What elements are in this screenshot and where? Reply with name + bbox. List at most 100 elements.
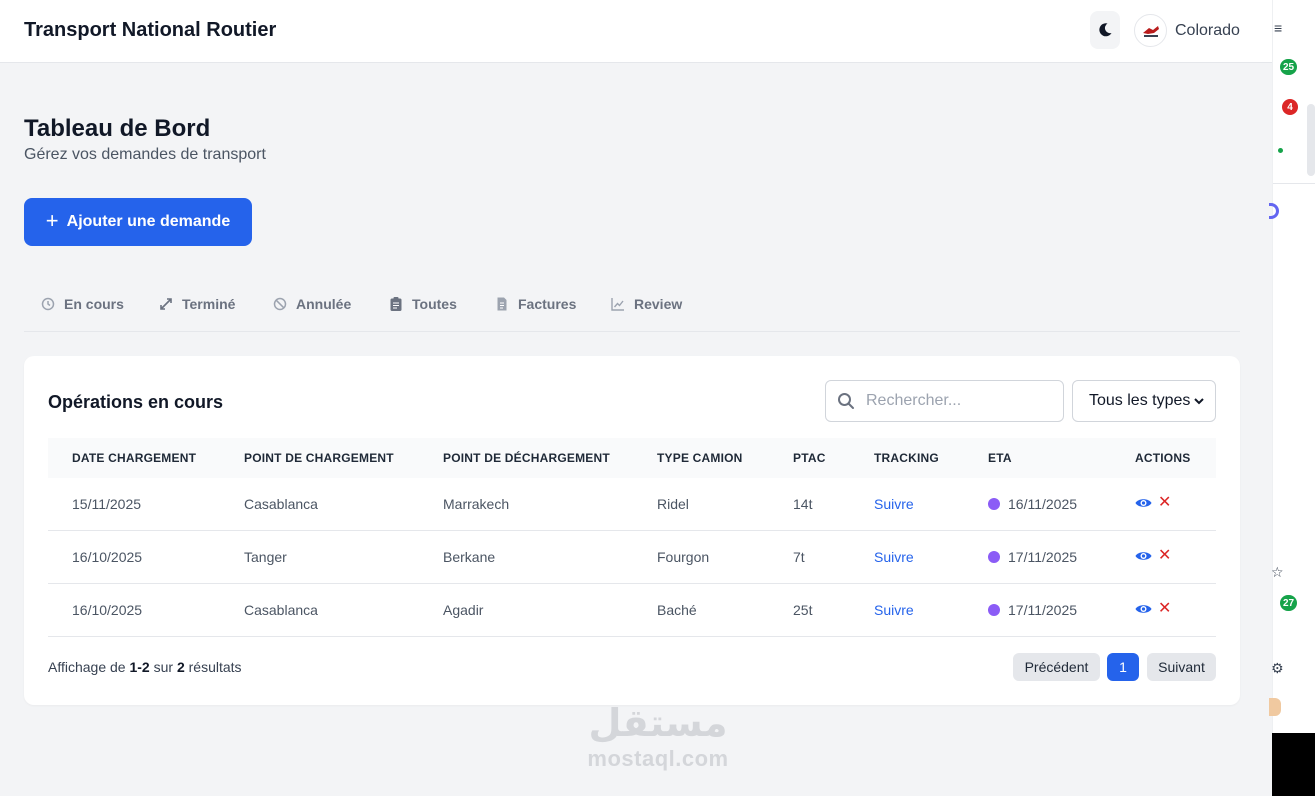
tab-factures[interactable]: Factures	[494, 280, 576, 328]
add-request-label: Ajouter une demande	[66, 213, 231, 230]
divider	[1273, 183, 1315, 184]
results-total: 2	[176, 659, 185, 675]
tab-label: Toutes	[412, 296, 457, 312]
star-icon[interactable]: ☆	[1271, 564, 1284, 581]
notification-badge: 27	[1280, 595, 1298, 611]
page-title: Tableau de Bord	[24, 115, 211, 142]
operations-title: Opérations en cours	[48, 392, 224, 412]
delete-icon[interactable]: ✕	[1158, 495, 1171, 511]
chart-line-icon	[611, 298, 624, 311]
ban-icon	[273, 297, 287, 311]
chevron-down-icon	[1194, 398, 1204, 405]
delete-icon[interactable]: ✕	[1158, 548, 1171, 564]
search-box	[825, 380, 1064, 422]
next-page-button[interactable]: Suivant	[1147, 653, 1216, 681]
add-request-button[interactable]: + Ajouter une demande	[24, 198, 252, 246]
tab-review[interactable]: Review	[610, 280, 682, 328]
cell-eta: 16/11/2025	[1008, 496, 1078, 512]
cell-date: 16/10/2025	[72, 602, 143, 618]
cell-date: 15/11/2025	[72, 496, 142, 512]
profile-icon[interactable]	[1269, 698, 1281, 716]
column-header: TYPE CAMION	[657, 451, 743, 465]
tab-annulee[interactable]: Annulée	[272, 280, 351, 328]
results-middle: sur	[153, 659, 174, 675]
search-input[interactable]	[866, 381, 1056, 421]
status-dot-icon	[1278, 148, 1283, 153]
cell-truck-type: Ridel	[657, 496, 689, 512]
column-header: ETA	[988, 451, 1012, 465]
tab-label: Review	[634, 296, 683, 312]
top-bar: Transport National Routier Colorado	[0, 0, 1272, 63]
results-range: 1-2	[129, 659, 150, 675]
column-header: POINT DE CHARGEMENT	[244, 451, 394, 465]
cell-eta: 17/11/2025	[1008, 549, 1078, 565]
eye-icon[interactable]	[1135, 549, 1152, 563]
theme-toggle-button[interactable]	[1090, 11, 1120, 49]
app-icon[interactable]	[1269, 203, 1279, 219]
watermark-latin: mostaql.com	[587, 746, 729, 771]
cell-ptac: 14t	[793, 496, 813, 512]
search-icon	[838, 393, 854, 409]
cell-unloading-point: Agadir	[443, 602, 484, 618]
cell-unloading-point: Marrakech	[443, 496, 510, 512]
column-header: DATE CHARGEMENT	[72, 451, 197, 465]
screen-edge	[1272, 733, 1315, 796]
expand-icon	[160, 298, 172, 310]
eta-status-dot	[988, 551, 1000, 563]
tab-termine[interactable]: Terminé	[158, 280, 235, 328]
invoice-icon	[497, 297, 507, 311]
page-1-button[interactable]: 1	[1107, 653, 1139, 681]
eye-icon[interactable]	[1135, 496, 1152, 510]
results-prefix: Affichage de	[48, 659, 126, 675]
column-header: PTAC	[793, 451, 826, 465]
previous-page-button[interactable]: Précédent	[1013, 653, 1100, 681]
column-header: POINT DE DÉCHARGEMENT	[443, 451, 610, 465]
tab-label: En cours	[64, 296, 124, 312]
page-subtitle: Gérez vos demandes de transport	[24, 146, 266, 163]
table-header: DATE CHARGEMENT POINT DE CHARGEMENT POIN…	[48, 438, 1216, 478]
company-logo-icon	[1142, 25, 1159, 37]
results-suffix: résultats	[188, 659, 242, 675]
cell-unloading-point: Berkane	[443, 549, 496, 565]
eye-icon[interactable]	[1135, 602, 1152, 616]
tab-bar: En cours Terminé Annulée Toutes Factures…	[24, 280, 1240, 332]
cell-truck-type: Baché	[657, 602, 697, 618]
clipboard-icon	[390, 297, 402, 311]
eta-status-dot	[988, 604, 1000, 616]
watermark: مستقل mostaql.com	[577, 700, 739, 772]
moon-icon	[1099, 23, 1112, 37]
cell-eta: 17/11/2025	[1008, 602, 1078, 618]
tracking-link[interactable]: Suivre	[874, 496, 914, 512]
column-header: TRACKING	[874, 451, 939, 465]
delete-icon[interactable]: ✕	[1158, 601, 1171, 617]
app: Transport National Routier Colorado Tabl…	[0, 0, 1272, 796]
type-filter-value: Tous les types	[1089, 392, 1191, 409]
settings-icon[interactable]: ⚙	[1271, 660, 1284, 677]
cell-truck-type: Fourgon	[657, 549, 710, 565]
results-summary: Affichage de 1-2 sur 2 résultats	[48, 659, 242, 675]
tab-en-cours[interactable]: En cours	[40, 280, 124, 328]
notification-badge: 4	[1282, 99, 1298, 115]
cell-loading-point: Tanger	[244, 549, 287, 565]
table-row: 16/10/2025 Tanger Berkane Fourgon 7t Sui…	[48, 531, 1216, 584]
tab-toutes[interactable]: Toutes	[388, 280, 457, 328]
user-name[interactable]: Colorado	[1175, 22, 1240, 40]
table-row: 15/11/2025 Casablanca Marrakech Ridel 14…	[48, 478, 1216, 531]
plus-icon: +	[45, 208, 59, 233]
tracking-link[interactable]: Suivre	[874, 602, 914, 618]
cell-date: 16/10/2025	[72, 549, 143, 565]
tracking-link[interactable]: Suivre	[874, 549, 914, 565]
brand-title: Transport National Routier	[24, 19, 277, 41]
cell-ptac: 7t	[793, 549, 805, 565]
cell-ptac: 25t	[793, 602, 813, 618]
menu-icon[interactable]: ≡	[1274, 20, 1282, 36]
scrollbar-thumb[interactable]	[1307, 104, 1315, 176]
column-header: ACTIONS	[1135, 451, 1191, 465]
tab-label: Factures	[518, 296, 577, 312]
cell-loading-point: Casablanca	[244, 496, 318, 512]
cell-loading-point: Casablanca	[244, 602, 318, 618]
table-row: 16/10/2025 Casablanca Agadir Baché 25t S…	[48, 584, 1216, 637]
avatar[interactable]	[1134, 14, 1167, 47]
watermark-arabic: مستقل	[588, 701, 728, 745]
type-filter-select[interactable]: Tous les types	[1072, 380, 1216, 422]
